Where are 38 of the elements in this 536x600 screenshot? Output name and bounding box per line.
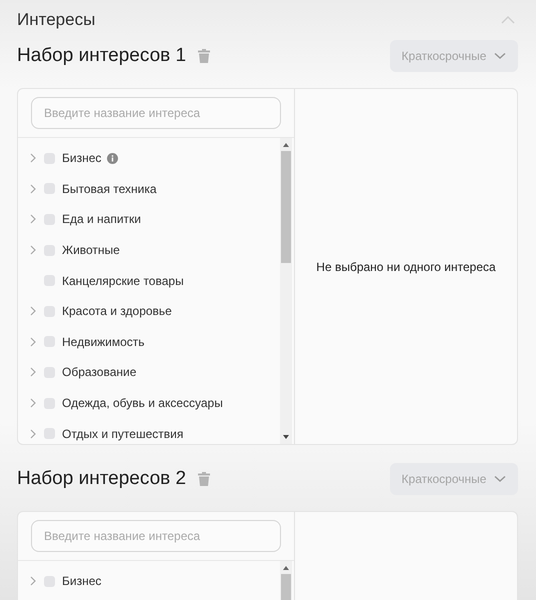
interest-label[interactable]: Бизнес (62, 574, 102, 588)
interest-label[interactable]: Образование (62, 365, 136, 380)
scroll-up-icon[interactable] (282, 142, 290, 148)
expand-icon[interactable] (30, 398, 36, 408)
info-icon[interactable] (107, 152, 118, 164)
expand-icon[interactable] (30, 336, 36, 347)
interest-label[interactable]: Недвижимость (62, 334, 145, 349)
expand-icon[interactable] (30, 576, 36, 586)
interest-label[interactable]: Одежда, обувь и аксессуары (62, 396, 223, 410)
scrollbar[interactable] (280, 561, 292, 600)
set-title: Набор интересов 1 (17, 45, 186, 67)
expand-icon[interactable] (30, 367, 36, 378)
interest-label[interactable]: Красота и здоровье (62, 304, 172, 318)
expand-icon[interactable] (30, 306, 36, 316)
caret-icon[interactable] (494, 475, 506, 483)
scroll-down-icon[interactable] (282, 434, 290, 440)
interest-label[interactable]: Бизнес (62, 151, 102, 166)
interest-label[interactable]: Бытовая техника (62, 182, 157, 196)
trash-icon[interactable] (198, 472, 210, 486)
expand-icon[interactable] (30, 245, 36, 256)
scroll-up-icon[interactable] (282, 565, 290, 571)
expand-icon[interactable] (30, 184, 36, 194)
chevron-icon[interactable] (500, 15, 516, 25)
scrollbar[interactable] (280, 138, 292, 444)
expand-icon[interactable] (30, 428, 36, 439)
interest-label[interactable]: Еда и напитки (62, 212, 142, 226)
expand-icon[interactable] (30, 214, 36, 224)
caret-icon[interactable] (494, 52, 506, 60)
set-title: Набор интересов 2 (17, 468, 186, 490)
interest-label[interactable]: Отдых и путешествия (62, 426, 184, 441)
search-field[interactable]: Введите название интереса (31, 520, 281, 552)
expand-icon[interactable] (30, 153, 36, 164)
section-title: Интересы (17, 10, 96, 30)
empty-message: Не выбрано ни одного интереса (316, 260, 496, 274)
interest-label[interactable]: Животные (62, 243, 120, 258)
interest-label[interactable]: Канцелярские товары (62, 274, 184, 288)
search-field[interactable]: Введите название интереса (31, 97, 281, 129)
trash-icon[interactable] (198, 49, 210, 63)
